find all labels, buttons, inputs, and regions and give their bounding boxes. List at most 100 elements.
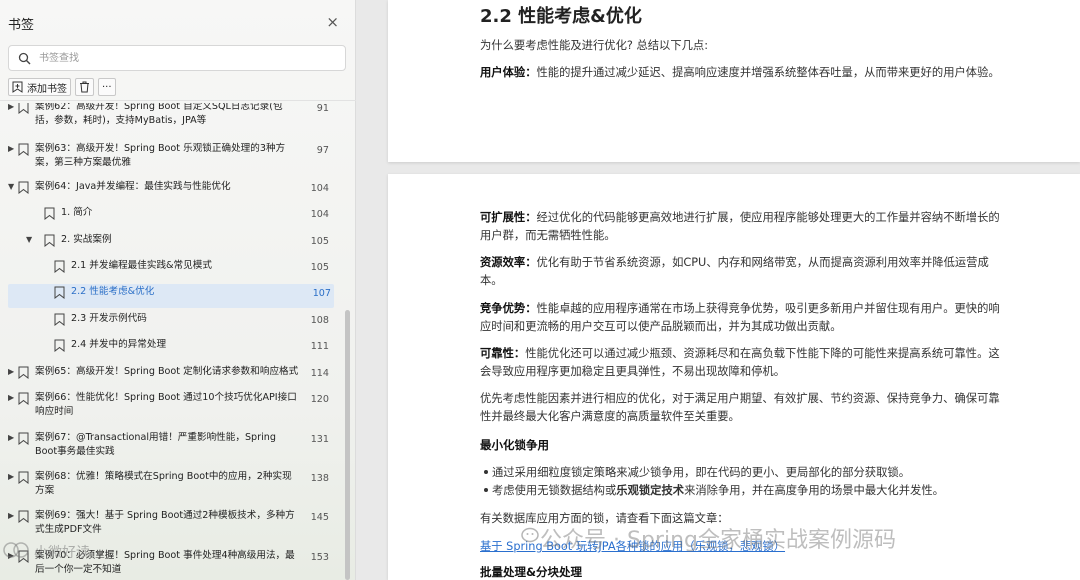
bookmark-icon (54, 260, 65, 273)
bookmark-item[interactable]: 2.2 性能考虑&优化 107 (8, 284, 334, 308)
bookmark-toolbar: 添加书签 ··· (8, 78, 116, 96)
batch-processing-heading: 批量处理&分块处理 (480, 565, 583, 579)
bookmark-item-label: 案例65：高级开发！Spring Boot 定制化请求参数和响应格式 (35, 366, 299, 377)
label-resource-efficiency: 资源效率： (480, 256, 537, 269)
bookmark-item[interactable]: 2.4 并发中的异常处理 111 (0, 337, 340, 361)
bookmark-page-number: 105 (310, 236, 329, 247)
add-bookmark-button[interactable]: 添加书签 (8, 78, 71, 96)
bookmark-page-number: 145 (310, 512, 329, 523)
bookmark-panel-header: 书签 × (8, 13, 345, 33)
bookmark-page-number: 108 (310, 315, 329, 326)
bookmark-icon (18, 366, 29, 379)
bookmark-item[interactable]: 2.3 开发示例代码 108 (0, 311, 340, 335)
trash-icon (80, 81, 89, 93)
collapse-arrow-icon[interactable]: ▶ (8, 433, 16, 442)
bookmark-item[interactable]: ▶ 案例65：高级开发！Spring Boot 定制化请求参数和响应格式 114 (0, 364, 340, 388)
collapse-arrow-icon[interactable]: ▶ (8, 103, 16, 111)
collapse-arrow-icon[interactable]: ▶ (8, 393, 16, 402)
bookmark-icon (18, 143, 29, 156)
bookmark-page-number: 104 (310, 183, 329, 194)
document-page-bottom: 可扩展性：经过优化的代码能够更高效地进行扩展，使应用程序能够处理更大的工作量并容… (388, 174, 1080, 580)
collapse-arrow-icon[interactable]: ▶ (8, 367, 16, 376)
bookmark-icon (18, 471, 29, 484)
paragraph-competitive-advantage: 竞争优势：性能卓越的应用程序通常在市场上获得竞争优势，吸引更多新用户并留住现有用… (480, 300, 1008, 336)
bookmark-icon (18, 432, 29, 445)
text-user-experience: 性能的提升通过减少延迟、提高响应速度并增强系统整体吞吐量，从而带来更好的用户体验… (536, 66, 1000, 79)
bookmark-item-label: 案例68：优雅！策略模式在Spring Boot中的应用，2种实现方案 (35, 471, 292, 496)
bookmark-icon (18, 181, 29, 194)
collapse-arrow-icon[interactable]: ▶ (8, 144, 16, 153)
bookmark-icon (18, 392, 29, 405)
bookmark-page-number: 104 (310, 209, 329, 220)
expand-arrow-icon[interactable]: ▼ (26, 235, 34, 244)
more-icon: ··· (102, 81, 112, 93)
section-heading: 2.2 性能考虑&优化 (480, 6, 642, 27)
bookmark-item[interactable]: ▶ 案例69：强大！基于 Spring Boot通过2种模板技术，多种方式生成PD… (0, 508, 340, 546)
label-user-experience: 用户体验： (480, 66, 537, 79)
bookmark-item[interactable]: ▶ 案例66：性能优化！Spring Boot 通过10个技巧优化API接口响应时… (0, 390, 340, 428)
bookmark-icon (44, 207, 55, 220)
bookmark-search-input[interactable] (39, 49, 329, 67)
bookmark-item[interactable]: ▶ 案例67：@Transactional用错！严重影响性能，Spring Boo… (0, 430, 340, 468)
bookmark-page-number: 153 (310, 552, 329, 563)
delete-bookmark-button[interactable] (75, 78, 94, 96)
expand-arrow-icon[interactable]: ▼ (8, 182, 16, 191)
bookmark-item-label: 案例63：高级开发！Spring Boot 乐观锁正确处理的3种方案，第三种方案… (35, 143, 286, 168)
bullet-fine-grained-locking: 通过采用细粒度锁定策略来减少锁争用，即在代码的更小、更局部化的部分获取锁。 (484, 464, 1012, 480)
paragraph-scalability: 可扩展性：经过优化的代码能够更高效地进行扩展，使应用程序能够处理更大的工作量并容… (480, 209, 1008, 245)
bookmark-page-number: 111 (310, 341, 329, 352)
text-resource-efficiency: 优化有助于节省系统资源，如CPU、内存和网络带宽，从而提高资源利用效率并降低运营… (480, 256, 989, 287)
bookmark-panel: 书签 × 添加书签 ··· ▶案例62 (0, 0, 356, 580)
bullet-lock-free-bold: 乐观锁定技术 (616, 484, 685, 497)
label-reliability: 可靠性： (480, 347, 526, 360)
watermark-main-text: 公众号 · Spring全家桶实战案例源码 (540, 528, 896, 553)
bullet-lock-free-post: 来消除争用，并在高度争用的场景中最大化并发性。 (684, 484, 944, 497)
add-bookmark-icon (12, 81, 23, 93)
bookmark-item-label: 案例62：高级开发！Spring Boot 自定义SQL日志记录(包括，参数，耗… (35, 103, 283, 126)
bookmark-page-number: 131 (310, 434, 329, 445)
bookmark-icon (44, 234, 55, 247)
intro-text: 为什么要考虑性能及进行优化? 总结以下几点: (480, 39, 709, 52)
bookmark-tree: ▶ 案例62：高级开发！Spring Boot 自定义SQL日志记录(包括，参数，… (0, 103, 340, 580)
bookmark-page-number: 91 (316, 103, 329, 114)
bookmark-item-label: 案例64：Java并发编程：最佳实践与性能优化 (35, 181, 231, 192)
bookmark-page-number: 114 (310, 368, 329, 379)
bookmark-item[interactable]: ▶ 案例62：高级开发！Spring Boot 自定义SQL日志记录(包括，参数，… (0, 103, 340, 139)
bookmark-item[interactable]: ▼ 案例64：Java并发编程：最佳实践与性能优化 104 (0, 179, 340, 203)
bookmark-item[interactable]: 1. 简介 104 (0, 205, 340, 229)
bookmark-panel-title: 书签 (8, 18, 35, 33)
text-scalability: 经过优化的代码能够更高效地进行扩展，使应用程序能够处理更大的工作量并容纳不断增长… (480, 211, 1000, 242)
paragraph-reliability: 可靠性：性能优化还可以通过减少瓶颈、资源耗尽和在高负载下性能下降的可能性来提高系… (480, 345, 1008, 381)
bookmark-item-label: 2.4 并发中的异常处理 (71, 339, 167, 350)
collapse-arrow-icon[interactable]: ▶ (8, 511, 16, 520)
bookmark-item[interactable]: ▶ 案例63：高级开发！Spring Boot 乐观锁正确处理的3种方案，第三种方… (0, 141, 340, 177)
bookmark-icon (54, 313, 65, 326)
paragraph-user-experience: 用户体验：性能的提升通过减少延迟、提高响应速度并增强系统整体吞吐量，从而带来更好… (480, 64, 1008, 82)
bookmark-item[interactable]: ▼ 2. 实战案例 105 (0, 232, 340, 256)
paragraph-summary: 优先考虑性能因素并进行相应的优化，对于满足用户期望、有效扩展、节约资源、保持竞争… (480, 392, 1000, 423)
bookmark-item-label: 2.1 并发编程最佳实践&常见模式 (71, 260, 212, 271)
text-competitive-advantage: 性能卓越的应用程序通常在市场上获得竞争优势，吸引更多新用户并留住现有用户。更快的… (480, 302, 1000, 333)
bookmark-item[interactable]: ▶ 案例68：优雅！策略模式在Spring Boot中的应用，2种实现方案 138 (0, 469, 340, 507)
bookmark-icon (18, 103, 29, 114)
bookmark-icon (54, 286, 65, 299)
bookmark-scrollbar[interactable] (345, 310, 350, 580)
bookmark-icon (18, 510, 29, 523)
text-reliability: 性能优化还可以通过减少瓶颈、资源耗尽和在高负载下性能下降的可能性来提高系统可靠性… (480, 347, 1000, 378)
collapse-arrow-icon[interactable]: ▶ (8, 472, 16, 481)
toolbar-divider (0, 100, 356, 101)
document-page-top: 2.2 性能考虑&优化 为什么要考虑性能及进行优化? 总结以下几点: 用户体验：… (388, 0, 1080, 162)
bookmark-page-number: 107 (312, 288, 331, 299)
watermark-left-text: 小微好读 (34, 545, 90, 561)
paragraph-resource-efficiency: 资源效率：优化有助于节省系统资源，如CPU、内存和网络带宽，从而提高资源利用效率… (480, 254, 1008, 290)
bookmark-search-box[interactable] (8, 45, 346, 71)
bookmark-item-label: 2. 实战案例 (61, 234, 112, 245)
more-options-button[interactable]: ··· (98, 78, 116, 96)
bookmark-item-label: 1. 简介 (61, 207, 93, 218)
bookmark-item[interactable]: 2.1 并发编程最佳实践&常见模式 105 (0, 258, 340, 282)
bullet-lock-free: 考虑使用无锁数据结构或乐观锁定技术来消除争用，并在高度争用的场景中最大化并发性。 (484, 482, 1012, 498)
bookmark-icon (54, 339, 65, 352)
close-icon[interactable]: × (326, 13, 339, 31)
bookmark-page-number: 97 (316, 145, 329, 156)
bookmark-item-label: 案例69：强大！基于 Spring Boot通过2种模板技术，多种方式生成PDF… (35, 510, 295, 535)
